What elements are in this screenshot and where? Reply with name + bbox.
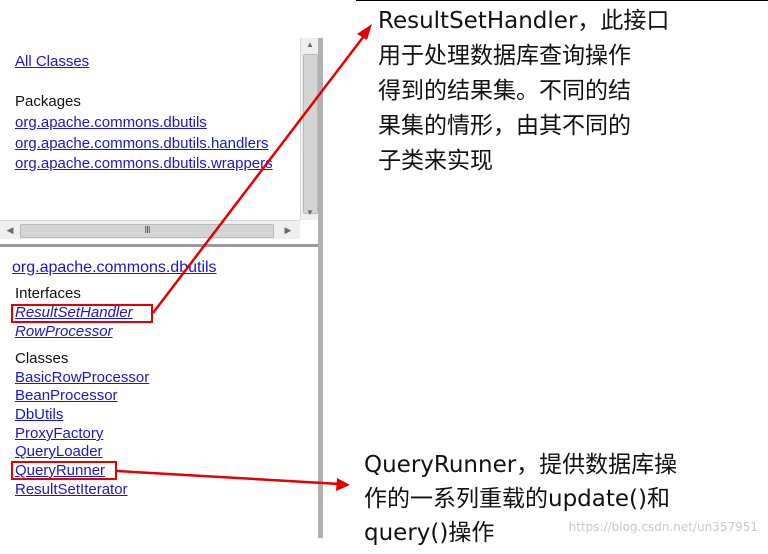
annotation-line: 用于处理数据库查询操作 <box>378 43 631 69</box>
queryrunner-arrowhead-icon <box>336 478 350 491</box>
resultsethandler-arrow-line <box>152 31 368 314</box>
annotation-line: 作的一系列重载的update()和 <box>364 486 670 512</box>
resultsethandler-annotation: ResultSetHandler，此接口 用于处理数据库查询操作 得到的结果集。… <box>378 4 669 179</box>
annotation-line: 果集的情形，由其不同的 <box>378 113 631 139</box>
annotation-line: 子类来实现 <box>378 148 493 174</box>
annotation-line: 得到的结果集。不同的结 <box>378 78 631 104</box>
queryrunner-arrow-line <box>116 469 341 486</box>
watermark: https://blog.csdn.net/un357951 <box>568 520 758 534</box>
resultsethandler-arrowhead-icon <box>357 24 372 40</box>
queryrunner-annotation: QueryRunner，提供数据库操 作的一系列重载的update()和 que… <box>364 448 677 550</box>
annotation-line: QueryRunner，提供数据库操 <box>364 452 678 478</box>
annotation-line: ResultSetHandler，此接口 <box>378 8 670 34</box>
